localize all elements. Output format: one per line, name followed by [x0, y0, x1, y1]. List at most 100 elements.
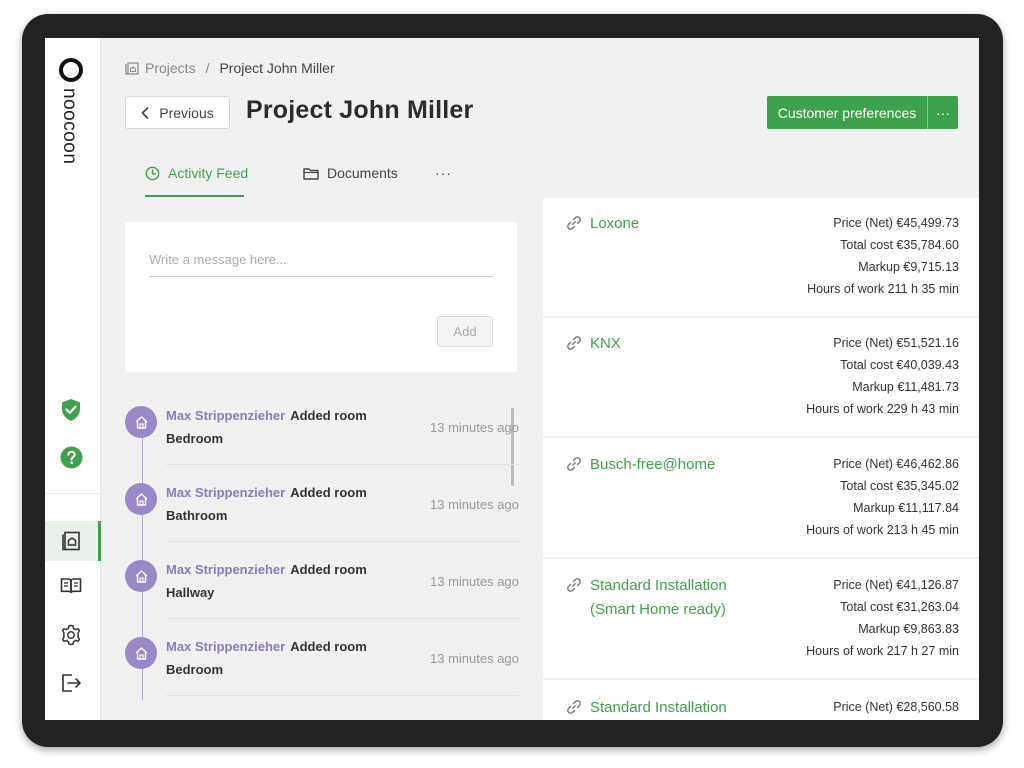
- add-button[interactable]: Add: [437, 316, 493, 347]
- settings-gear-icon[interactable]: [59, 623, 83, 647]
- feed-user-link[interactable]: Max Strippenzieher: [166, 639, 285, 654]
- feed-room: Hallway: [166, 585, 215, 600]
- package-name: Standard Installation (Smart Home ready): [590, 577, 727, 618]
- feed-action: Added room: [290, 485, 367, 500]
- projects-icon: [125, 61, 139, 75]
- package-hours: Hours of work 213 h 45 min: [806, 523, 959, 537]
- package-list: Loxone Price (Net) €45,499.73 Total cost…: [543, 198, 979, 720]
- feed-user-link[interactable]: Max Strippenzieher: [166, 562, 285, 577]
- package-stats: Price (Net) €51,521.16 Total cost €40,03…: [806, 332, 959, 420]
- link-icon: [566, 215, 582, 236]
- tab-label: Activity Feed: [168, 165, 249, 181]
- package-hours: Hours of work 217 h 27 min: [806, 644, 959, 658]
- package-stats: Price (Net) €45,499.73 Total cost €35,78…: [807, 212, 959, 300]
- customer-preferences-button[interactable]: Customer preferences: [767, 96, 927, 129]
- package-price: Price (Net) €45,499.73: [833, 216, 959, 230]
- feed-divider: [166, 464, 519, 465]
- message-input[interactable]: [149, 242, 493, 277]
- feed-room: Bedroom: [166, 431, 224, 446]
- active-tab-indicator: [145, 195, 244, 197]
- package-price: Price (Net) €46,462.86: [833, 457, 959, 471]
- package-markup: Markup €11,117.84: [853, 501, 959, 515]
- link-icon: [566, 699, 582, 720]
- feed-room: Bathroom: [166, 508, 228, 523]
- previous-label: Previous: [159, 104, 214, 121]
- shield-check-icon[interactable]: [59, 398, 83, 422]
- home-avatar-icon: [125, 560, 157, 592]
- customer-preferences-split-button: Customer preferences ···: [767, 96, 958, 129]
- home-avatar-icon: [125, 637, 157, 669]
- feed-timestamp: 13 minutes ago: [430, 651, 519, 666]
- feed-item: Max Strippenzieher Added room Hallway 13 …: [125, 560, 519, 638]
- logout-icon[interactable]: [59, 671, 83, 695]
- app-screen: noocoon Projects / Project John Miller P…: [45, 38, 979, 720]
- package-hours: Hours of work 211 h 35 min: [807, 282, 959, 296]
- package-markup: Markup €11,481.73: [852, 380, 959, 394]
- feed-user-link[interactable]: Max Strippenzieher: [166, 485, 285, 500]
- feed-room: Bedroom: [166, 662, 224, 677]
- package-card: Standard Installation Price (Net) €28,56…: [543, 682, 979, 720]
- home-avatar-icon: [125, 483, 157, 515]
- feed-divider: [166, 541, 519, 542]
- feed-action: Added room: [290, 562, 367, 577]
- feed-action: Added room: [290, 408, 367, 423]
- brand-logo-icon: [59, 58, 83, 82]
- previous-button[interactable]: Previous: [125, 96, 230, 129]
- package-price: Price (Net) €41,126.87: [833, 578, 959, 592]
- package-name: KNX: [590, 335, 621, 352]
- package-markup: Markup €9,715.13: [858, 260, 959, 274]
- feed-item: Max Strippenzieher Added room Bedroom 13 …: [125, 406, 519, 484]
- link-icon: [566, 456, 582, 477]
- link-icon: [566, 577, 582, 622]
- feed-action: Added room: [290, 639, 367, 654]
- breadcrumb: Projects / Project John Miller: [125, 60, 335, 76]
- tab-activity-feed[interactable]: Activity Feed: [145, 165, 248, 181]
- package-link[interactable]: Standard Installation: [566, 696, 766, 720]
- breadcrumb-separator: /: [205, 60, 210, 76]
- package-total-cost: Total cost €31,263.04: [840, 600, 959, 614]
- feed-timestamp: 13 minutes ago: [430, 497, 519, 512]
- package-name: Standard Installation: [590, 699, 727, 716]
- package-stats: Price (Net) €41,126.87 Total cost €31,26…: [806, 574, 959, 662]
- feed-divider: [166, 695, 519, 696]
- package-price: Price (Net) €28,560.58: [833, 700, 959, 714]
- package-link[interactable]: Standard Installation (Smart Home ready): [566, 574, 766, 622]
- package-card: Busch-free@home Price (Net) €46,462.86 T…: [543, 439, 979, 559]
- package-name: Loxone: [590, 215, 640, 232]
- clock-icon: [145, 166, 160, 181]
- package-total-cost: Total cost €40,039.43: [840, 358, 959, 372]
- brand-name: noocoon: [59, 88, 80, 165]
- sidebar: noocoon: [45, 38, 101, 720]
- package-card: KNX Price (Net) €51,521.16 Total cost €4…: [543, 318, 979, 438]
- package-hours: Hours of work 229 h 43 min: [806, 402, 959, 416]
- feed-divider: [166, 618, 519, 619]
- help-icon[interactable]: [59, 445, 83, 469]
- projects-icon[interactable]: [59, 529, 83, 553]
- more-options-button[interactable]: ···: [927, 96, 958, 129]
- feed-user-link[interactable]: Max Strippenzieher: [166, 408, 285, 423]
- package-link[interactable]: KNX: [566, 332, 766, 356]
- link-icon: [566, 335, 582, 356]
- package-price: Price (Net) €51,521.16: [833, 336, 959, 350]
- tab-more-button[interactable]: ···: [435, 165, 452, 181]
- package-link[interactable]: Busch-free@home: [566, 453, 766, 477]
- tab-documents[interactable]: Documents: [303, 165, 398, 181]
- feed-item: Max Strippenzieher Added room Bathroom 13…: [125, 483, 519, 561]
- folder-icon: [303, 167, 319, 180]
- package-markup: Markup €9,863.83: [858, 622, 959, 636]
- package-stats: Price (Net) €46,462.86 Total cost €35,34…: [806, 453, 959, 541]
- sidebar-divider: [45, 493, 101, 494]
- package-link[interactable]: Loxone: [566, 212, 766, 236]
- home-avatar-icon: [125, 406, 157, 438]
- catalog-book-icon[interactable]: [59, 574, 83, 598]
- breadcrumb-projects-link[interactable]: Projects: [145, 60, 196, 76]
- package-total-cost: Total cost €35,345.02: [840, 479, 959, 493]
- feed-item: Max Strippenzieher Added room Bedroom 13 …: [125, 637, 519, 715]
- package-card: Standard Installation (Smart Home ready)…: [543, 560, 979, 680]
- package-stats: Price (Net) €28,560.58: [833, 696, 959, 718]
- breadcrumb-current: Project John Miller: [219, 60, 335, 76]
- package-card: Loxone Price (Net) €45,499.73 Total cost…: [543, 198, 979, 318]
- feed-timestamp: 13 minutes ago: [430, 420, 519, 435]
- package-name: Busch-free@home: [590, 456, 716, 473]
- tab-label: Documents: [327, 165, 398, 181]
